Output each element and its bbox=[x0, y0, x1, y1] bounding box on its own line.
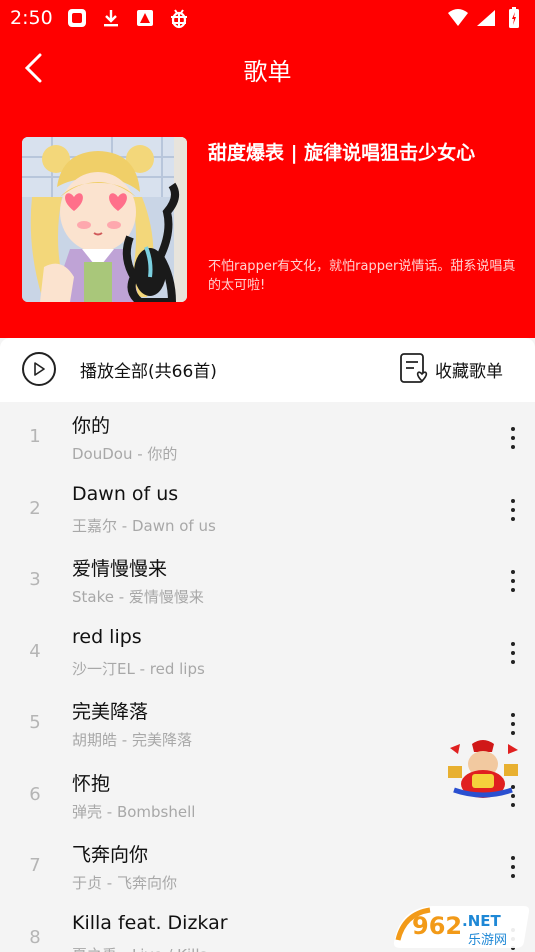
song-index: 4 bbox=[29, 640, 41, 662]
song-artist-album: 沙一汀EL - red lips bbox=[72, 659, 205, 678]
more-options-icon[interactable] bbox=[499, 565, 527, 597]
song-index: 6 bbox=[29, 783, 41, 805]
action-bar: 播放全部(共66首) 收藏歌单 bbox=[0, 338, 535, 402]
floating-mascot-badge[interactable] bbox=[446, 738, 520, 798]
song-artist-album: 于贞 - 飞奔向你 bbox=[72, 874, 177, 892]
download-icon bbox=[100, 7, 122, 29]
more-options-icon[interactable] bbox=[499, 851, 527, 883]
system-icons bbox=[447, 7, 525, 29]
play-icon bbox=[22, 352, 56, 386]
song-artist-album: Stake - 爱情慢慢来 bbox=[72, 588, 204, 606]
song-index: 7 bbox=[29, 855, 41, 876]
notification-icons bbox=[66, 7, 190, 29]
song-title: 爱情慢慢来 bbox=[72, 558, 168, 580]
song-row[interactable]: 1 你的 DouDou - 你的 bbox=[0, 402, 535, 474]
signal-icon bbox=[475, 7, 497, 29]
song-index: 8 bbox=[29, 926, 41, 948]
song-index: 2 bbox=[29, 497, 41, 519]
song-row[interactable]: 3 爱情慢慢来 Stake - 爱情慢慢来 bbox=[0, 545, 535, 617]
song-title: 怀抱 bbox=[72, 772, 111, 795]
song-index: 5 bbox=[29, 712, 41, 733]
playlist-description[interactable]: 不怕rapper有文化，就怕rapper说情话。甜系说唱真的太可啦! bbox=[208, 257, 520, 295]
song-title: Dawn of us bbox=[72, 482, 179, 505]
song-title: 完美降落 bbox=[72, 701, 149, 723]
bug-icon bbox=[168, 7, 190, 29]
song-title: 你的 bbox=[72, 415, 111, 437]
nav-bar: 歌单 bbox=[0, 40, 535, 96]
collect-playlist-button[interactable]: 收藏歌单 bbox=[399, 352, 503, 386]
warning-icon bbox=[134, 7, 156, 29]
more-options-icon[interactable] bbox=[499, 494, 527, 526]
song-index: 3 bbox=[29, 569, 41, 590]
song-index: 1 bbox=[29, 426, 41, 447]
playlist-title: 甜度爆表 | 旋律说唱狙击少女心 bbox=[208, 142, 476, 164]
watermark-logo: 962 .NET 乐游网 bbox=[392, 902, 532, 950]
song-artist-album: 弹壳 - Bombshell bbox=[72, 802, 196, 821]
song-artist-album: 王嘉尔 - Dawn of us bbox=[72, 516, 216, 535]
song-row[interactable]: 4 red lips 沙一汀EL - red lips bbox=[0, 617, 535, 689]
app-icon bbox=[66, 7, 88, 29]
more-options-icon[interactable] bbox=[499, 637, 527, 669]
song-list: 1 你的 DouDou - 你的 2 Dawn of us 王嘉尔 - Dawn… bbox=[0, 402, 535, 952]
song-row[interactable]: 2 Dawn of us 王嘉尔 - Dawn of us bbox=[0, 474, 535, 546]
song-artist-album: DouDou - 你的 bbox=[72, 445, 178, 463]
play-all-button[interactable]: 播放全部(共66首) bbox=[22, 352, 217, 386]
watermark-number: 962 bbox=[412, 912, 462, 940]
page-title: 歌单 bbox=[243, 58, 292, 86]
wifi-icon bbox=[447, 7, 469, 29]
song-row[interactable]: 7 飞奔向你 于贞 - 飞奔向你 bbox=[0, 831, 535, 903]
collect-list-heart-icon bbox=[400, 353, 428, 383]
playlist-cover-image[interactable] bbox=[22, 137, 187, 302]
more-options-icon[interactable] bbox=[499, 422, 527, 454]
song-artist-album: 夏之禹 - Live / Killa bbox=[72, 944, 209, 952]
collect-label: 收藏歌单 bbox=[435, 361, 503, 382]
more-options-icon[interactable] bbox=[499, 708, 527, 740]
song-title: 飞奔向你 bbox=[72, 844, 149, 866]
playlist-header: 2:50 歌单 甜度爆表 | 旋律说唱狙击少女心 不怕rapper有文化，就怕r… bbox=[0, 0, 535, 338]
watermark-suffix: .NET bbox=[462, 912, 501, 930]
battery-icon bbox=[503, 7, 525, 29]
song-title: red lips bbox=[72, 625, 142, 648]
status-bar: 2:50 bbox=[0, 0, 535, 36]
watermark-name: 乐游网 bbox=[468, 933, 507, 948]
song-artist-album: 胡期皓 - 完美降落 bbox=[72, 731, 192, 749]
status-time: 2:50 bbox=[10, 7, 53, 29]
song-title: Killa feat. Dizkar bbox=[72, 911, 228, 934]
play-all-label: 播放全部(共66首) bbox=[80, 361, 217, 382]
